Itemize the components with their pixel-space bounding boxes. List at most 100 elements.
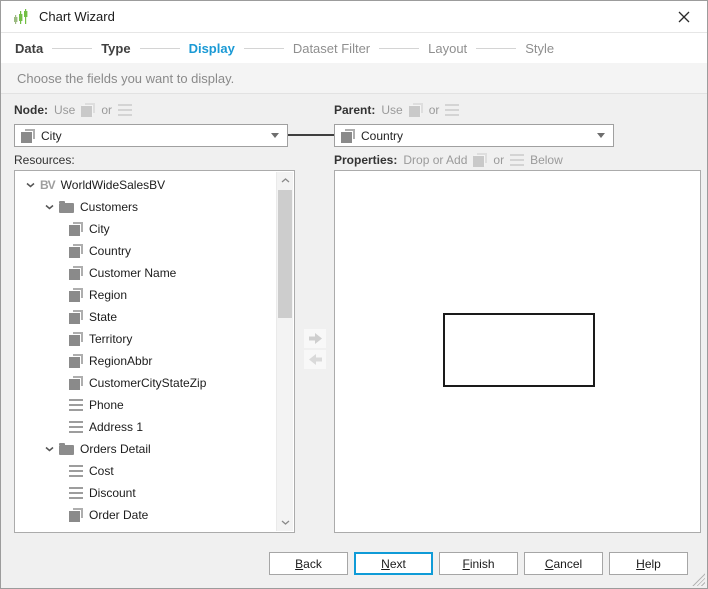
chevron-down-icon[interactable] <box>45 203 56 211</box>
node-label-row: Node: Use or <box>14 101 132 119</box>
cancel-button[interactable]: Cancel <box>524 552 603 575</box>
parent-label-row: Parent: Use or <box>334 101 459 119</box>
node-placeholder-rect <box>443 313 595 387</box>
dimension-field-icon <box>341 129 355 143</box>
instruction-text: Choose the fields you want to display. <box>17 71 234 86</box>
chevron-down-icon <box>597 133 605 138</box>
step-divider <box>379 48 419 49</box>
tree-item-cost[interactable]: Cost <box>16 460 276 482</box>
instruction-banner: Choose the fields you want to display. <box>1 63 707 94</box>
step-display[interactable]: Display <box>189 41 235 56</box>
tree-item-phone[interactable]: Phone <box>16 394 276 416</box>
node-or-label: or <box>101 103 112 117</box>
dimension-field-icon <box>409 103 423 117</box>
close-icon[interactable] <box>671 5 697 29</box>
folder-icon <box>59 445 74 455</box>
tree-item-label: WorldWideSalesBV <box>61 178 165 192</box>
tree-item-city[interactable]: City <box>16 218 276 240</box>
resize-grip[interactable] <box>692 573 705 586</box>
dimension-field-icon <box>69 332 83 346</box>
next-button[interactable]: Next <box>354 552 433 575</box>
step-dataset-filter[interactable]: Dataset Filter <box>293 41 370 56</box>
step-style[interactable]: Style <box>525 41 554 56</box>
tree-item-discount[interactable]: Discount <box>16 482 276 504</box>
chart-wizard-icon <box>13 8 31 26</box>
tree-item-label: Country <box>89 244 131 258</box>
dimension-field-icon <box>69 310 83 324</box>
tree-item-worldwidesalesbv[interactable]: BVWorldWideSalesBV <box>16 174 276 196</box>
step-type[interactable]: Type <box>101 41 130 56</box>
step-data[interactable]: Data <box>15 41 43 56</box>
finish-button[interactable]: Finish <box>439 552 518 575</box>
parent-use-label: Use <box>381 103 402 117</box>
tree-item-order-date[interactable]: Order Date <box>16 504 276 526</box>
dimension-field-icon <box>69 376 83 390</box>
tree-item-partial[interactable] <box>16 526 276 531</box>
arrow-left-icon <box>309 354 322 365</box>
detail-field-icon <box>510 154 524 166</box>
tree-item-label: Discount <box>89 486 136 500</box>
tree-item-country[interactable]: Country <box>16 240 276 262</box>
help-button[interactable]: Help <box>609 552 688 575</box>
scrollbar-thumb[interactable] <box>278 190 292 318</box>
tree-item-regionabbr[interactable]: RegionAbbr <box>16 350 276 372</box>
node-field-dropdown[interactable]: City <box>14 124 288 147</box>
properties-label: Properties: <box>334 153 397 167</box>
tree-item-label: Customer Name <box>89 266 176 280</box>
arrow-right-icon <box>309 333 322 344</box>
parent-label: Parent: <box>334 103 375 117</box>
node-field-value: City <box>41 129 265 143</box>
detail-field-icon <box>69 399 83 411</box>
node-use-label: Use <box>54 103 75 117</box>
step-divider <box>476 48 516 49</box>
tree-item-orders-detail[interactable]: Orders Detail <box>16 438 276 460</box>
folder-icon <box>59 203 74 213</box>
tree-item-label: Order Date <box>89 508 148 522</box>
step-divider <box>52 48 92 49</box>
dimension-field-icon <box>69 288 83 302</box>
wizard-steps: Data Type Display Dataset Filter Layout Style <box>1 33 707 63</box>
tree-item-territory[interactable]: Territory <box>16 328 276 350</box>
chevron-down-icon <box>271 133 279 138</box>
move-right-button[interactable] <box>304 329 326 348</box>
properties-drop-panel[interactable] <box>334 170 701 533</box>
window-title: Chart Wizard <box>39 9 115 24</box>
resources-label-row: Resources: <box>14 151 75 169</box>
parent-field-dropdown[interactable]: Country <box>334 124 614 147</box>
tree-item-label: Orders Detail <box>80 442 151 456</box>
tree-item-label: Territory <box>89 332 132 346</box>
dimension-field-icon <box>69 244 83 258</box>
step-divider <box>140 48 180 49</box>
resources-tree-panel: BVWorldWideSalesBV Customers City Country Cu… <box>14 170 295 533</box>
tree-item-label: State <box>89 310 117 324</box>
tree-item-state[interactable]: State <box>16 306 276 328</box>
chevron-down-icon[interactable] <box>26 181 37 189</box>
tree-item-label: Cost <box>89 464 114 478</box>
dimension-field-icon <box>473 153 487 167</box>
tree-scrollbar[interactable] <box>276 172 293 531</box>
dimension-field-icon <box>81 103 95 117</box>
properties-drop-add-label: Drop or Add <box>403 153 467 167</box>
chevron-down-icon[interactable] <box>45 445 56 453</box>
scroll-down-icon[interactable] <box>277 514 293 531</box>
tree-item-label: RegionAbbr <box>89 354 152 368</box>
tree-item-customercitystatezip[interactable]: CustomerCityStateZip <box>16 372 276 394</box>
detail-field-icon <box>69 421 83 433</box>
back-button[interactable]: Back <box>269 552 348 575</box>
tree-item-region[interactable]: Region <box>16 284 276 306</box>
scroll-up-icon[interactable] <box>277 172 293 189</box>
tree-item-label: CustomerCityStateZip <box>89 376 206 390</box>
tree-item-label: City <box>89 222 110 236</box>
dimension-field-icon <box>69 354 83 368</box>
tree-item-label: Region <box>89 288 127 302</box>
tree-item-address-1[interactable]: Address 1 <box>16 416 276 438</box>
step-layout[interactable]: Layout <box>428 41 467 56</box>
tree-item-label: Customers <box>80 200 138 214</box>
tree-item-customer-name[interactable]: Customer Name <box>16 262 276 284</box>
detail-field-icon <box>445 104 459 116</box>
tree-item-customers[interactable]: Customers <box>16 196 276 218</box>
detail-field-icon <box>69 465 83 477</box>
properties-or-label: or <box>493 153 504 167</box>
move-left-button[interactable] <box>304 350 326 369</box>
properties-below-label: Below <box>530 153 563 167</box>
